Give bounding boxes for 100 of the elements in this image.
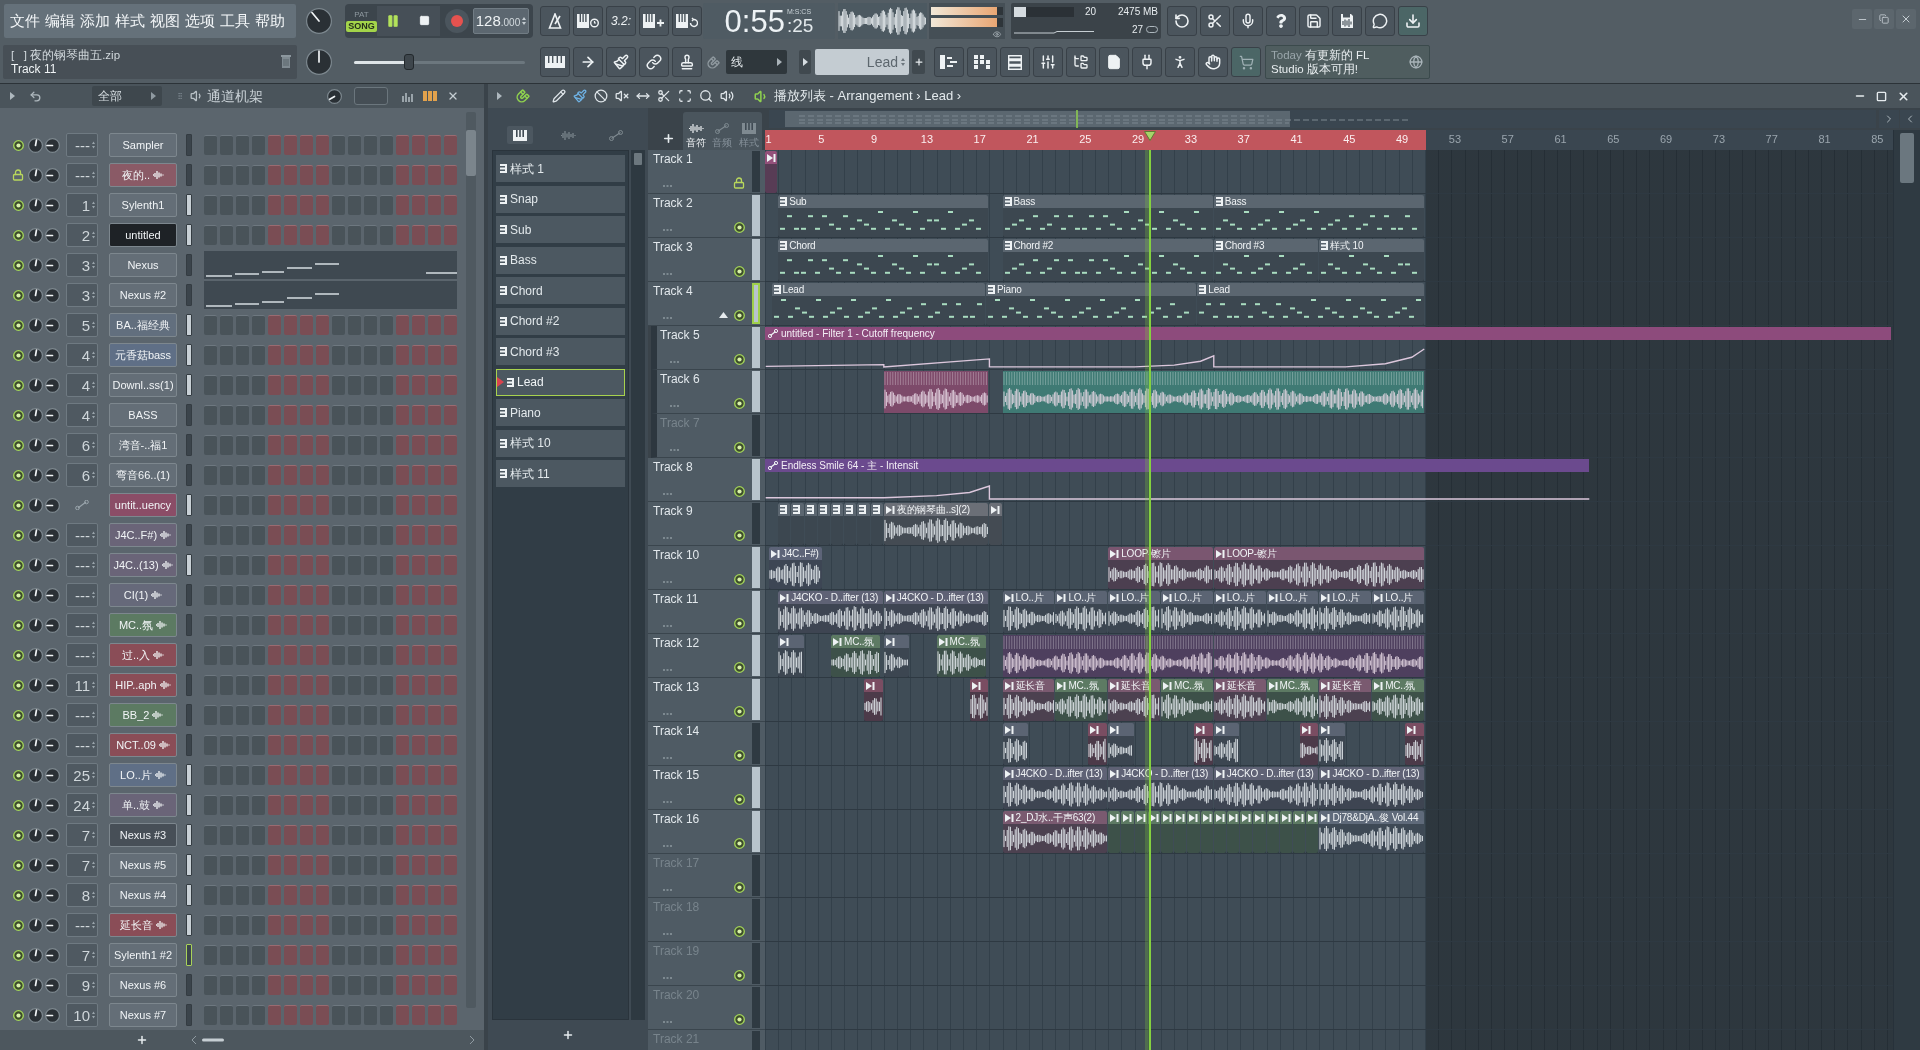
audio-clip[interactable]: MC..氛	[1372, 679, 1424, 721]
tempo-field[interactable]: 128.000	[473, 7, 529, 34]
view-tab[interactable]: 音符	[686, 123, 707, 148]
select-indicator[interactable]	[186, 314, 192, 336]
mixer-route-field[interactable]: 6	[66, 433, 98, 457]
track-select-strip[interactable]	[752, 415, 760, 456]
audio-clip[interactable]	[1405, 723, 1424, 765]
status-led[interactable]	[734, 354, 745, 365]
pan-knob[interactable]	[45, 887, 60, 903]
status-led[interactable]	[734, 882, 745, 893]
pan-knob[interactable]	[45, 407, 60, 423]
status-led[interactable]	[12, 679, 24, 691]
wait-for-input-button[interactable]	[573, 5, 603, 36]
audio-clip[interactable]	[1213, 811, 1226, 853]
status-led[interactable]	[12, 199, 24, 211]
audio-clip[interactable]: MC..氛	[831, 635, 881, 677]
audio-clip[interactable]	[1194, 723, 1213, 765]
pattern-clip[interactable]: Chord	[778, 239, 989, 281]
status-led[interactable]	[734, 794, 745, 805]
pattern-clip[interactable]	[870, 503, 883, 545]
track-header[interactable]: Track 1	[648, 150, 765, 194]
master-pitch-knob[interactable]	[306, 49, 332, 76]
save-button[interactable]	[1299, 5, 1329, 36]
track-select-strip[interactable]	[752, 635, 760, 676]
status-led[interactable]	[12, 469, 24, 481]
restore-button[interactable]	[1874, 9, 1894, 29]
audio-clip[interactable]	[1108, 811, 1121, 853]
track-select-strip[interactable]	[752, 151, 760, 192]
volume-knob[interactable]	[28, 1007, 43, 1023]
cart-button[interactable]	[1231, 47, 1261, 78]
horizontal-scrollbar[interactable]	[190, 1035, 476, 1045]
pan-knob[interactable]	[45, 467, 60, 483]
master-slider[interactable]	[354, 54, 525, 71]
pattern-item[interactable]: Chord	[496, 277, 625, 304]
pattern-item[interactable]: 样式 10	[496, 429, 625, 457]
track-header[interactable]: Track 4	[648, 282, 765, 326]
record-audio-button[interactable]	[1233, 5, 1263, 36]
pan-knob[interactable]	[45, 137, 60, 153]
audio-clip[interactable]	[1319, 723, 1345, 765]
audio-clip[interactable]: MC..氛	[1161, 679, 1213, 721]
mixer-route-field[interactable]: 6	[66, 463, 98, 487]
volume-knob[interactable]	[28, 407, 43, 423]
pan-knob[interactable]	[45, 827, 60, 843]
pattern-clip[interactable]: Chord #2	[1002, 239, 1213, 281]
pan-knob[interactable]	[45, 527, 60, 543]
select-indicator[interactable]	[186, 824, 192, 846]
undo-button[interactable]	[1167, 5, 1197, 36]
menu-item[interactable]: 帮助	[255, 11, 285, 30]
audio-clip[interactable]: J4C..F#)	[768, 547, 823, 589]
track-header[interactable]: Track 9	[648, 502, 765, 546]
pan-knob[interactable]	[45, 317, 60, 333]
status-led[interactable]	[734, 310, 745, 321]
pattern-item[interactable]: Piano	[496, 399, 625, 426]
pan-knob[interactable]	[45, 497, 60, 513]
volume-knob[interactable]	[28, 857, 43, 873]
cut-button[interactable]	[1200, 5, 1230, 36]
mixer-route-field[interactable]: ---	[66, 913, 98, 937]
playhead-handle[interactable]	[1144, 131, 1156, 141]
volume-knob[interactable]	[28, 317, 43, 333]
mixer-route-field[interactable]: 7	[66, 943, 98, 967]
pattern-clip[interactable]	[844, 503, 857, 545]
track-header[interactable]: Track 3	[648, 238, 765, 282]
track-header[interactable]: Track 5	[651, 326, 765, 370]
mixer-route-field[interactable]: 3	[66, 283, 98, 307]
pencil-icon[interactable]	[552, 89, 566, 103]
pattern-clip[interactable]: Lead	[771, 283, 986, 325]
audio-clip[interactable]	[765, 151, 778, 193]
chat-button[interactable]	[1365, 5, 1395, 36]
pattern-clip[interactable]: Sub	[778, 195, 989, 237]
audio-clip[interactable]	[1293, 811, 1306, 853]
person-button[interactable]	[1165, 47, 1195, 78]
audio-clip[interactable]: 2_DJ水..干声63(2)	[1002, 811, 1108, 853]
snap-dropdown[interactable]: 线	[726, 50, 787, 75]
track-header[interactable]: Track 16	[648, 810, 765, 854]
channel-button[interactable]: CI(1)	[109, 583, 177, 607]
mixer-route-field[interactable]: ---	[66, 613, 98, 637]
export-button[interactable]	[1332, 5, 1362, 36]
pan-knob[interactable]	[45, 737, 60, 753]
audio-clip[interactable]	[1088, 723, 1108, 765]
status-led[interactable]	[12, 829, 24, 841]
channel-button[interactable]: Nexus #7	[109, 1003, 177, 1027]
pan-knob[interactable]	[45, 617, 60, 633]
channel-button[interactable]: 夜的..	[109, 163, 177, 187]
volume-knob[interactable]	[28, 677, 43, 693]
audio-clip[interactable]: 夜的钢琴曲..s](2)	[883, 503, 989, 545]
pattern-clip[interactable]	[804, 503, 817, 545]
record-button[interactable]	[445, 8, 469, 33]
pan-knob[interactable]	[45, 557, 60, 573]
select-indicator[interactable]	[186, 344, 192, 366]
pattern-clip[interactable]	[778, 503, 791, 545]
mixer-route-field[interactable]: 3	[66, 253, 98, 277]
timeline-ruler[interactable]: 1 5 9 13 17 21 25 29 33 37 41 45 49 53 57 61 65 69 73 77 81 85	[765, 130, 1893, 150]
document-button[interactable]	[1099, 47, 1129, 78]
hand-button[interactable]	[1198, 47, 1228, 78]
status-led[interactable]	[734, 486, 745, 497]
status-led[interactable]	[734, 442, 745, 453]
status-led[interactable]	[12, 619, 24, 631]
menu-item[interactable]: 视图	[150, 11, 180, 30]
mixer-route-field[interactable]: ---	[66, 163, 98, 187]
slider-handle[interactable]	[403, 54, 414, 71]
